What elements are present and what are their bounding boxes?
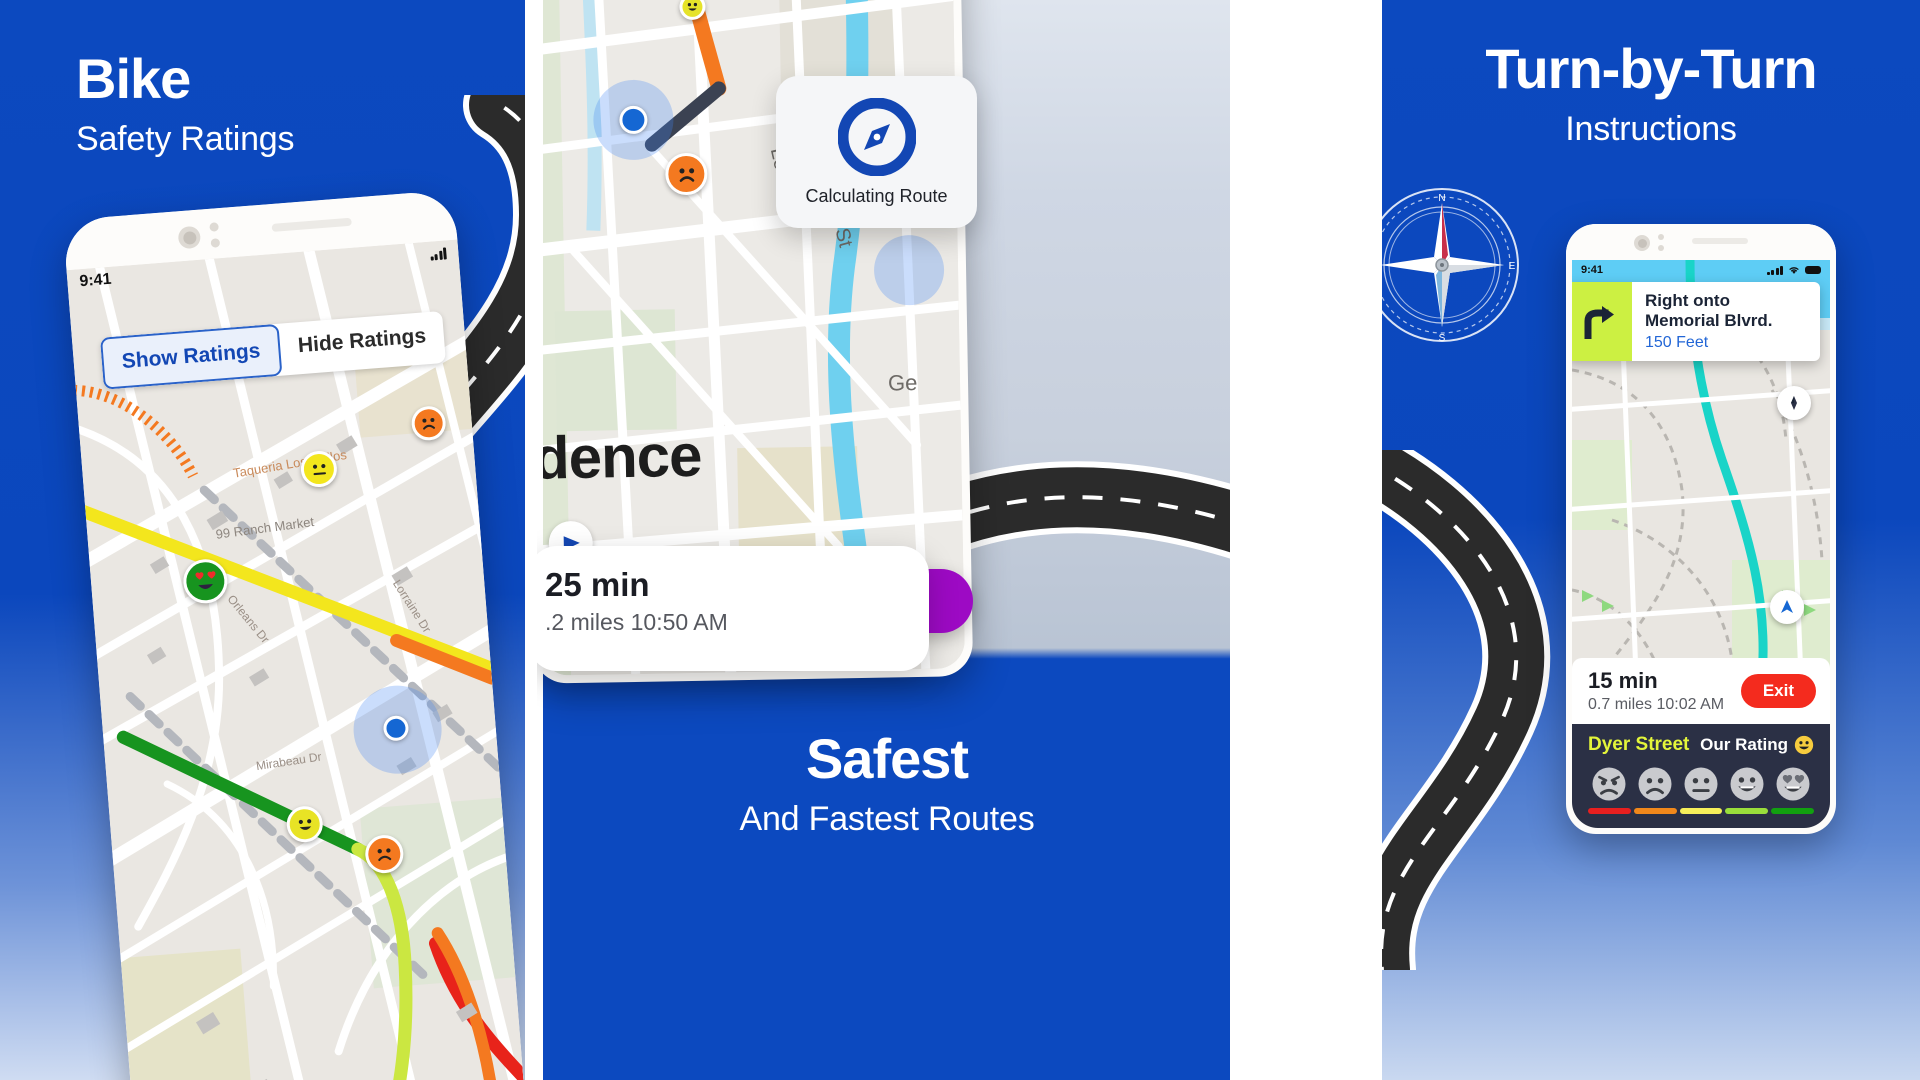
panel1-heading-block: Bike Safety Ratings <box>76 47 295 160</box>
status-time: 9:41 <box>78 270 113 291</box>
cellular-signal-icon <box>1766 265 1783 275</box>
map-city-label: idence <box>537 421 702 493</box>
nav-summary-text: 15 min 0.7 miles 10:02 AM <box>1588 668 1724 714</box>
neutral-face-icon <box>1684 767 1718 801</box>
our-rating-label-group: Our Rating <box>1700 735 1814 755</box>
phone-device-1: Taqueria Los Gallos 99 Ranch Market Orle… <box>62 189 528 1080</box>
sensor-dot-icon <box>209 222 219 232</box>
page-title: Safest <box>805 727 969 790</box>
svg-text:E: E <box>1509 261 1516 272</box>
status-icons <box>1766 265 1821 275</box>
front-camera-icon <box>1634 235 1650 251</box>
compass-rose-icon: N E S W <box>1382 188 1519 344</box>
turn-instruction-card: Right onto Memorial Blvrd. 150 Feet <box>1572 282 1820 362</box>
panel-bike-safety-ratings: Bike Safety Ratings Taqueria Los Gallos … <box>0 0 537 1080</box>
calculating-route-card: Calculating Route <box>776 76 977 228</box>
nav-summary-row: 15 min 0.7 miles 10:02 AM Exit <box>1572 658 1830 724</box>
calculating-route-label: Calculating Route <box>805 185 948 206</box>
street-rating-header: Dyer Street Our Rating <box>1588 734 1814 756</box>
rating-option-angry[interactable] <box>1588 766 1631 814</box>
route-meta: .2 miles 10:50 AM <box>545 609 728 635</box>
our-rating-label: Our Rating <box>1700 735 1788 754</box>
rating-option-neutral[interactable] <box>1679 766 1723 814</box>
earpiece-speaker <box>271 217 352 232</box>
exit-navigation-button[interactable]: Exit <box>1740 674 1816 708</box>
rating-bar <box>1771 808 1814 814</box>
cellular-signal-icon <box>429 247 447 261</box>
rating-scale[interactable] <box>1588 766 1814 814</box>
front-camera-icon <box>177 225 202 250</box>
grin-face-icon <box>1730 767 1764 801</box>
phone3-top-bezel <box>1566 224 1836 260</box>
route-duration: 25 min <box>545 566 650 603</box>
status-time: 9:41 <box>1581 264 1604 276</box>
panel-safest-fastest-routes: idence Lenfit St St <box>537 0 1237 1080</box>
panel2-heading-block: Safest And Fastest Routes <box>537 727 1237 840</box>
page-subtitle: And Fastest Routes <box>739 799 1035 838</box>
page-subtitle: Safety Ratings <box>76 119 295 158</box>
angry-face-icon <box>1592 767 1626 801</box>
status-icons <box>429 247 447 261</box>
screenshot-stage: Bike Safety Ratings Taqueria Los Gallos … <box>0 0 1920 1080</box>
sensor-dot-icon <box>210 238 221 248</box>
svg-text:N: N <box>1438 193 1445 204</box>
phone-device-3: 9:41 Right onto Memorial Blvrd. 150 Feet… <box>1566 224 1836 834</box>
heart-eyes-face-icon <box>1776 767 1810 801</box>
phone1-screen: Taqueria Los Gallos 99 Ranch Market Orle… <box>66 239 528 1080</box>
wifi-icon <box>1789 267 1799 274</box>
rating-bar <box>1725 808 1769 814</box>
turn-instruction-text: Right onto Memorial Blvrd. 150 Feet <box>1632 282 1785 361</box>
location-arrow-button[interactable] <box>1770 590 1804 624</box>
page-subtitle: Instructions <box>1565 109 1737 148</box>
frown-face-icon <box>1638 767 1672 801</box>
nav-duration: 15 min <box>1588 668 1658 693</box>
sensor-dot-icon <box>1658 245 1664 251</box>
panel-divider <box>1230 0 1382 1080</box>
svg-text:S: S <box>1439 333 1446 344</box>
current-street-name: Dyer Street <box>1588 734 1690 755</box>
panel3-heading-block: Turn-by-Turn Instructions <box>1382 37 1920 150</box>
earpiece-speaker <box>1692 238 1748 244</box>
page-title: Bike <box>76 47 191 110</box>
rating-option-heart-eyes[interactable] <box>1771 766 1814 814</box>
turn-distance: 150 Feet <box>1645 334 1709 352</box>
route-summary-card: 25 min .2 miles 10:50 AM <box>537 546 929 671</box>
compass-icon <box>837 97 916 176</box>
grin-face-icon <box>1794 735 1814 755</box>
rating-bar <box>1679 808 1723 814</box>
rating-option-grin[interactable] <box>1725 766 1769 814</box>
sensor-dot-icon <box>1658 234 1664 240</box>
turn-line1: Right onto <box>1645 291 1730 310</box>
map-label-street: Ge <box>887 370 918 396</box>
rating-bar <box>1633 808 1677 814</box>
turn-line2: Memorial Blvrd. <box>1645 311 1773 331</box>
battery-icon <box>1805 266 1821 274</box>
status-bar-3: 9:41 <box>1572 260 1830 280</box>
phone3-screen: 9:41 Right onto Memorial Blvrd. 150 Feet… <box>1572 260 1830 828</box>
rating-bar <box>1588 808 1631 814</box>
compass-needle-button[interactable] <box>1777 386 1811 420</box>
panel-divider <box>525 0 543 1080</box>
panel-turn-by-turn: N E S W Turn-by-Turn Instructions <box>1382 0 1920 1080</box>
navigation-status-card: 15 min 0.7 miles 10:02 AM Exit Dyer Stre… <box>1572 658 1830 828</box>
turn-right-icon <box>1572 282 1632 362</box>
page-title: Turn-by-Turn <box>1485 37 1817 100</box>
nav-meta: 0.7 miles 10:02 AM <box>1588 696 1725 713</box>
street-rating-panel: Dyer Street Our Rating <box>1572 724 1830 828</box>
rating-option-frown[interactable] <box>1633 766 1677 814</box>
